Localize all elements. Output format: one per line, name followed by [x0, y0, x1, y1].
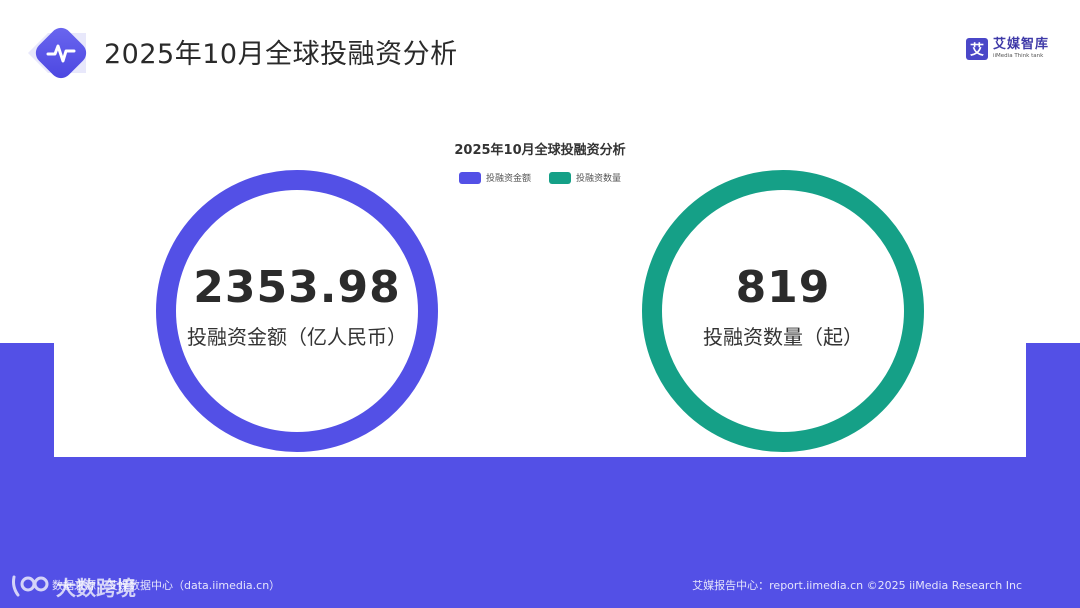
ring-value-count: 819 — [735, 262, 831, 313]
footer-report-center: 艾媒报告中心：report.iimedia.cn ©2025 iiMedia R… — [692, 579, 1022, 592]
ring-value-amount: 2353.98 — [193, 262, 401, 313]
watermark-text: 大数跨境 — [56, 575, 136, 600]
watermark-logo-icon — [12, 575, 49, 597]
ring-label-count: 投融资数量（起） — [703, 325, 863, 349]
watermark: 大数跨境 — [10, 571, 136, 601]
ring-label-amount: 投融资金额（亿人民币） — [187, 325, 407, 349]
